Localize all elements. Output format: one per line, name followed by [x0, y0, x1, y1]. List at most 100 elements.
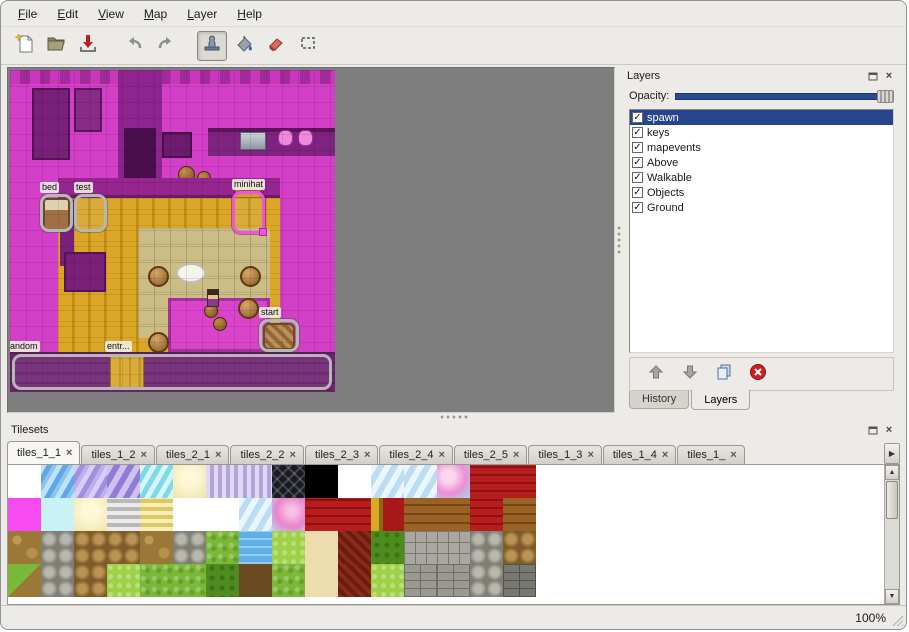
close-tab-icon[interactable]: ×: [513, 450, 519, 460]
opacity-slider[interactable]: [675, 90, 894, 103]
scroll-up-button[interactable]: ▲: [885, 465, 899, 480]
layer-visibility-checkbox[interactable]: ✓: [632, 157, 643, 168]
tile-grassmix[interactable]: [8, 564, 41, 597]
tile-grass[interactable]: [272, 564, 305, 597]
menu-edit[interactable]: Edit: [48, 4, 87, 24]
close-tab-icon[interactable]: ×: [587, 450, 593, 460]
tile-vstripe[interactable]: [206, 465, 239, 498]
tile-cobble[interactable]: [74, 564, 107, 597]
tile-reddirt[interactable]: [338, 564, 371, 597]
opacity-slider-handle[interactable]: [877, 90, 894, 103]
tile-cobble[interactable]: [107, 531, 140, 564]
menu-help[interactable]: Help: [228, 4, 271, 24]
tileset-tab-tiles_1_3[interactable]: tiles_1_3×: [528, 445, 601, 464]
redo-button[interactable]: [151, 31, 181, 61]
tile-swirl2[interactable]: [272, 498, 305, 531]
fill-tool-button[interactable]: [229, 31, 259, 61]
open-map-button[interactable]: [41, 31, 71, 61]
menu-layer[interactable]: Layer: [178, 4, 226, 24]
tab-scroll-right-button[interactable]: ▶: [884, 443, 900, 464]
tile-grassl[interactable]: [371, 564, 404, 597]
map-object-minihat[interactable]: [232, 191, 265, 234]
tile-swirl[interactable]: [437, 465, 470, 498]
save-map-button[interactable]: [73, 31, 103, 61]
tile-stoneg[interactable]: [41, 564, 74, 597]
tile-stoneg[interactable]: [41, 531, 74, 564]
duplicate-layer-button[interactable]: [712, 362, 736, 386]
close-tab-icon[interactable]: ×: [66, 448, 72, 458]
undo-button[interactable]: [119, 31, 149, 61]
tile-curtain[interactable]: [470, 465, 503, 498]
menu-file[interactable]: File: [9, 4, 46, 24]
tile-grassd[interactable]: [206, 564, 239, 597]
tile-reddirt[interactable]: [338, 531, 371, 564]
layer-row-Objects[interactable]: ✓Objects: [630, 185, 893, 200]
tile-curtain[interactable]: [305, 498, 338, 531]
tile-vstripe[interactable]: [239, 465, 272, 498]
tile-blank[interactable]: [8, 465, 41, 498]
tile-brickg[interactable]: [437, 564, 470, 597]
eraser-tool-button[interactable]: [261, 31, 291, 61]
close-tab-icon[interactable]: ×: [438, 450, 444, 460]
tile-pave[interactable]: [437, 531, 470, 564]
tileset-view[interactable]: ▲ ▼: [7, 464, 900, 605]
tile-cream[interactable]: [74, 498, 107, 531]
map-object-bed[interactable]: [40, 194, 73, 232]
map-canvas[interactable]: bedtestminihatstartandomentr...: [10, 70, 335, 392]
tile-water1[interactable]: [41, 465, 74, 498]
tileset-tab-tiles_1_4[interactable]: tiles_1_4×: [603, 445, 676, 464]
tab-history[interactable]: History: [629, 391, 689, 409]
tile-stoneg[interactable]: [470, 564, 503, 597]
tileset-tab-tiles_2_3[interactable]: tiles_2_3×: [305, 445, 378, 464]
tile-dirt[interactable]: [140, 531, 173, 564]
close-tab-icon[interactable]: ×: [141, 450, 147, 460]
tile-magenta[interactable]: [8, 498, 41, 531]
float-panel-button[interactable]: [866, 70, 880, 83]
tile-woodh[interactable]: [503, 498, 536, 531]
tile-hatch[interactable]: [272, 465, 305, 498]
tile-mud[interactable]: [239, 564, 272, 597]
close-tab-icon[interactable]: ×: [364, 450, 370, 460]
tile-dirt[interactable]: [8, 531, 41, 564]
tile-pave[interactable]: [404, 531, 437, 564]
tile-brickd[interactable]: [503, 564, 536, 597]
tile-curtain[interactable]: [338, 498, 371, 531]
tile-cobble[interactable]: [503, 531, 536, 564]
selection-handle[interactable]: [259, 228, 267, 236]
scroll-down-button[interactable]: ▼: [885, 589, 899, 604]
tile-ystripe[interactable]: [140, 498, 173, 531]
tile-stoneg[interactable]: [173, 531, 206, 564]
tile-sand[interactable]: [305, 564, 338, 597]
close-tab-icon[interactable]: ×: [290, 450, 296, 460]
resize-grip[interactable]: [891, 614, 904, 627]
tileset-tab-tiles_2_4[interactable]: tiles_2_4×: [379, 445, 452, 464]
layer-row-keys[interactable]: ✓keys: [630, 125, 893, 140]
layer-visibility-checkbox[interactable]: ✓: [632, 112, 643, 123]
layer-row-Above[interactable]: ✓Above: [630, 155, 893, 170]
close-panel-button[interactable]: ×: [882, 424, 896, 437]
tile-cyan1[interactable]: [140, 465, 173, 498]
close-tab-icon[interactable]: ×: [215, 450, 221, 460]
map-object-start[interactable]: [259, 319, 299, 352]
tile-blank[interactable]: [338, 465, 371, 498]
new-map-button[interactable]: [9, 31, 39, 61]
scrollbar-thumb[interactable]: [886, 481, 898, 519]
tile-cream[interactable]: [173, 465, 206, 498]
float-panel-button[interactable]: [866, 424, 880, 437]
tileset-tab-tiles_1_[interactable]: tiles_1_×: [677, 445, 744, 464]
tile-grassl[interactable]: [107, 564, 140, 597]
tileset-tab-tiles_2_2[interactable]: tiles_2_2×: [230, 445, 303, 464]
menu-view[interactable]: View: [89, 4, 133, 24]
map-object[interactable]: [12, 354, 332, 390]
tileset-tab-tiles_2_5[interactable]: tiles_2_5×: [454, 445, 527, 464]
tile-ice[interactable]: [239, 498, 272, 531]
map-object-test[interactable]: [74, 194, 107, 232]
layer-row-Walkable[interactable]: ✓Walkable: [630, 170, 893, 185]
tile-grassd[interactable]: [371, 531, 404, 564]
tile-lav1[interactable]: [74, 465, 107, 498]
tile-woodh[interactable]: [437, 498, 470, 531]
map-view[interactable]: bedtestminihatstartandomentr...: [7, 67, 615, 413]
close-tab-icon[interactable]: ×: [662, 450, 668, 460]
tile-lav2[interactable]: [107, 465, 140, 498]
tab-layers[interactable]: Layers: [691, 390, 750, 410]
